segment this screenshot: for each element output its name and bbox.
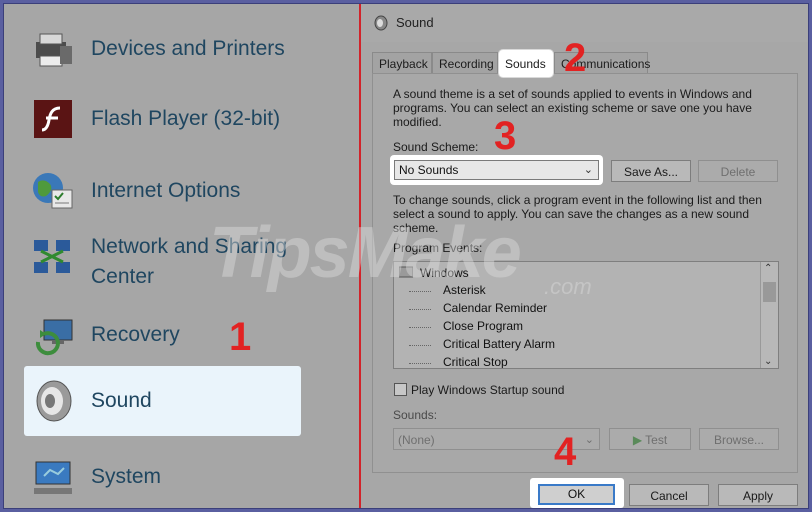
delete-button[interactable]: Delete <box>698 160 778 182</box>
tree-line <box>409 345 431 346</box>
list-item[interactable]: Critical Battery Alarm <box>443 336 555 352</box>
cp-item-system[interactable]: System <box>24 450 301 504</box>
scrollbar-thumb[interactable] <box>763 282 776 302</box>
play-icon: ▶ <box>632 433 643 447</box>
test-button[interactable]: ▶ Test <box>609 428 691 450</box>
ok-button[interactable]: OK <box>538 484 615 505</box>
tree-line <box>409 327 431 328</box>
chevron-down-icon: ⌄ <box>583 164 593 176</box>
scheme-value: No Sounds <box>399 163 459 177</box>
cp-label: Recovery <box>91 323 180 346</box>
sound-scheme-label: Sound Scheme: <box>393 140 479 154</box>
chevron-down-icon: ⌄ <box>584 434 594 446</box>
watermark: TipsMake <box>209 213 522 293</box>
flash-icon <box>34 100 72 138</box>
tree-line <box>409 309 431 310</box>
globe-icon <box>33 173 73 209</box>
chevron-up-icon[interactable]: ⌃ <box>764 263 772 274</box>
cp-label: Devices and Printers <box>91 37 285 60</box>
speaker-icon <box>374 15 388 31</box>
startup-sound-label: Play Windows Startup sound <box>411 383 565 397</box>
sounds-label: Sounds: <box>393 408 438 422</box>
cp-label: Flash Player (32-bit) <box>91 107 281 130</box>
test-label: Test <box>645 433 668 447</box>
step-2-label: 2 <box>564 36 587 80</box>
printer-icon <box>36 33 72 67</box>
monitor-icon <box>34 461 72 494</box>
cp-item-flash-player[interactable]: Flash Player (32-bit) <box>24 92 301 146</box>
cp-item-recovery[interactable]: Recovery <box>24 308 301 362</box>
cp-label-line2: Center <box>91 265 155 288</box>
dialog-title: Sound <box>396 15 434 30</box>
startup-sound-checkbox[interactable] <box>394 383 407 396</box>
step-4-label: 4 <box>554 430 577 474</box>
browse-button[interactable]: Browse... <box>699 428 779 450</box>
step-3-label: 3 <box>494 114 517 158</box>
tab-sounds[interactable]: Sounds <box>498 49 554 78</box>
recovery-icon <box>35 319 73 356</box>
scheme-description: A sound theme is a set of sounds applied… <box>393 87 752 129</box>
cp-item-sound[interactable]: Sound <box>24 366 301 436</box>
step-1-label: 1 <box>229 315 252 359</box>
cp-item-internet-options[interactable]: Internet Options <box>24 164 301 218</box>
tab-recording[interactable]: Recording <box>432 52 498 74</box>
cp-label: System <box>91 465 162 488</box>
tree-line <box>409 363 431 364</box>
sounds-value: (None) <box>398 433 435 447</box>
cp-item-devices-printers[interactable]: Devices and Printers <box>24 22 301 76</box>
list-item[interactable]: Calendar Reminder <box>443 300 547 316</box>
speaker-icon <box>36 380 72 422</box>
network-icon <box>34 240 70 273</box>
chevron-down-icon[interactable]: ⌄ <box>764 356 772 367</box>
events-scrollbar[interactable]: ⌃ ⌄ <box>760 262 778 368</box>
apply-button[interactable]: Apply <box>718 484 798 506</box>
tab-playback[interactable]: Playback <box>372 52 432 74</box>
sound-scheme-select[interactable]: No Sounds ⌄ <box>394 160 599 180</box>
cp-label: Sound <box>91 389 152 412</box>
watermark-sub: .com <box>544 274 592 299</box>
cancel-button[interactable]: Cancel <box>629 484 709 506</box>
save-as-button[interactable]: Save As... <box>611 160 691 182</box>
screenshot-frame: Devices and Printers Flash Player (32-bi… <box>3 3 809 509</box>
list-item[interactable]: Close Program <box>443 318 523 334</box>
cp-label: Internet Options <box>91 179 241 202</box>
list-item[interactable]: Critical Stop <box>443 354 508 368</box>
